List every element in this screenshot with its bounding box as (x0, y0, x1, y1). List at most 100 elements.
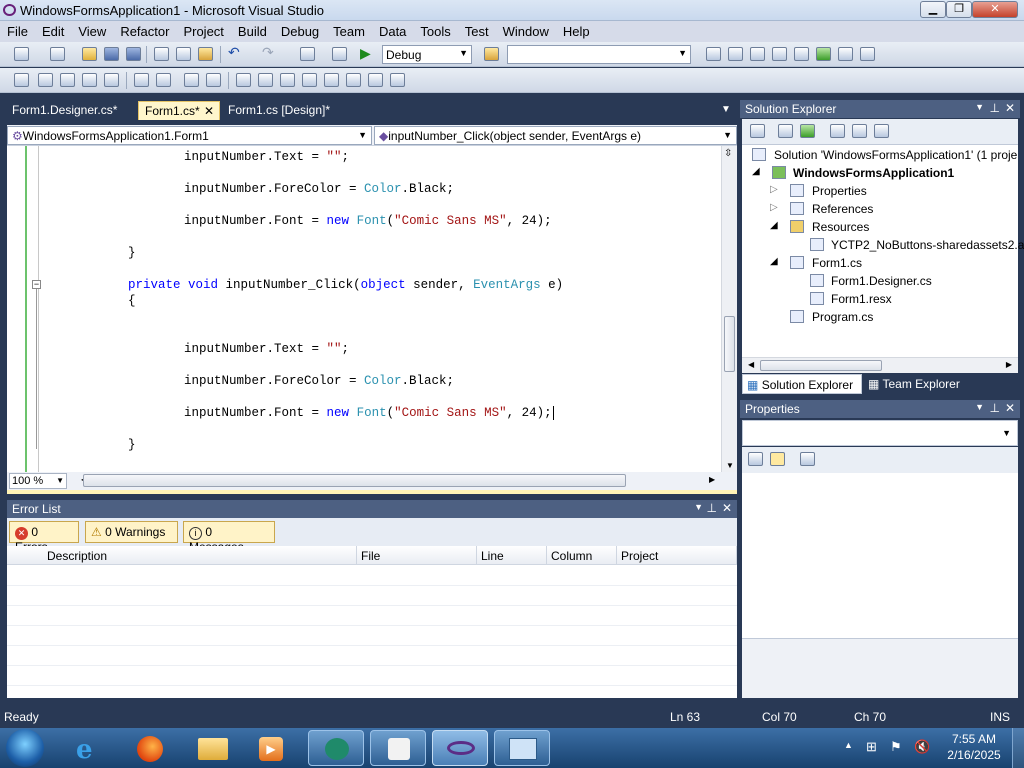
show-desktop-button[interactable] (1012, 728, 1024, 768)
refresh-icon[interactable] (800, 124, 815, 138)
close-panel-icon[interactable]: ✕ (1005, 101, 1015, 115)
scroll-down-icon[interactable]: ▼ (726, 461, 734, 470)
firefox-icon[interactable] (122, 730, 178, 766)
open-folder-icon[interactable] (82, 47, 97, 61)
add-item-icon[interactable] (50, 47, 65, 61)
categorized-icon[interactable] (748, 452, 763, 466)
collapse-region-icon[interactable]: − (32, 280, 41, 289)
warnings-filter-button[interactable]: ⚠ 0 Warnings (85, 521, 178, 543)
column-description[interactable]: Description (7, 546, 357, 565)
internet-explorer-icon[interactable]: e (62, 730, 118, 766)
properties-icon[interactable] (750, 124, 765, 138)
tree-item-program[interactable]: Program.cs (812, 310, 873, 324)
copy-icon[interactable] (176, 47, 191, 61)
next-bookmark-folder-icon[interactable] (302, 73, 317, 87)
tab-form1-designer[interactable]: Form1.Designer.cs* (6, 101, 123, 120)
menu-tools[interactable]: Tools (413, 21, 457, 39)
file-explorer-icon[interactable] (186, 730, 242, 766)
tree-item-resource-file[interactable]: YCTP2_NoButtons-sharedassets2.as (831, 238, 1024, 252)
solution-horizontal-scrollbar[interactable]: ◀ ▶ (742, 357, 1018, 373)
scroll-right-icon[interactable]: ▶ (709, 475, 715, 484)
solution-explorer-icon[interactable] (706, 47, 721, 61)
tab-solution-explorer[interactable]: ▦ Solution Explorer (742, 374, 862, 394)
view-designer-icon[interactable] (852, 124, 867, 138)
view-code-icon[interactable] (830, 124, 845, 138)
tree-item-solution[interactable]: Solution 'WindowsFormsApplication1' (1 p… (774, 148, 1017, 162)
tab-form1-design[interactable]: Form1.cs [Design]* (222, 101, 336, 120)
uncomment-lines-icon[interactable] (184, 73, 199, 87)
paste-icon[interactable] (198, 47, 213, 61)
undo-icon[interactable]: ↶ (228, 44, 243, 60)
save-icon[interactable] (104, 47, 119, 61)
zoom-select[interactable]: 100 % ▼ (9, 473, 67, 489)
clock[interactable]: 7:55 AM 2/16/2025 (944, 732, 1004, 762)
menu-test[interactable]: Test (458, 21, 496, 39)
decrease-indent-icon[interactable] (104, 73, 119, 87)
volume-muted-icon[interactable]: 🔇 (914, 739, 930, 755)
scroll-left-icon[interactable]: ◀ (748, 360, 754, 369)
visual-studio-taskbar-icon[interactable] (432, 730, 488, 766)
comment-lines-icon[interactable] (156, 73, 171, 87)
show-hidden-icons-icon[interactable]: ▲ (844, 740, 853, 750)
app-icon[interactable] (370, 730, 426, 766)
next-bookmark-document-icon[interactable] (346, 73, 361, 87)
menu-window[interactable]: Window (496, 21, 556, 39)
start-debugging-icon[interactable]: ▶ (360, 45, 375, 61)
horizontal-scroll-thumb[interactable] (83, 474, 626, 487)
object-select[interactable]: ▼ (742, 420, 1018, 446)
member-combo[interactable]: ◆inputNumber_Click(object sender, EventA… (374, 126, 737, 145)
find-combo[interactable]: ▼ (507, 45, 691, 64)
media-player-icon[interactable]: ▶ (244, 730, 300, 766)
complete-word-icon[interactable] (82, 73, 97, 87)
menu-project[interactable]: Project (176, 21, 230, 39)
tools-icon[interactable] (794, 47, 809, 61)
close-panel-icon[interactable]: ✕ (722, 501, 732, 515)
window-position-icon[interactable]: ▼ (694, 502, 703, 512)
menu-help[interactable]: Help (556, 21, 597, 39)
tab-form1-cs[interactable]: Form1.cs* ✕ (138, 101, 220, 120)
tree-item-form1-designer[interactable]: Form1.Designer.cs (831, 274, 932, 288)
cut-icon[interactable] (154, 47, 169, 61)
split-handle-icon[interactable]: ⇳ (724, 148, 732, 159)
errors-filter-button[interactable]: ✕ 0 Errors (9, 521, 79, 554)
column-line[interactable]: Line (477, 546, 547, 565)
start-page-icon[interactable] (838, 47, 853, 61)
properties-window-icon[interactable] (728, 47, 743, 61)
increase-indent-icon[interactable] (134, 73, 149, 87)
property-pages-icon[interactable] (800, 452, 815, 466)
pin-icon[interactable]: ⊥ (990, 101, 1000, 115)
close-tab-icon[interactable]: ✕ (204, 104, 214, 118)
tree-item-references[interactable]: References (812, 202, 873, 216)
alphabetical-icon[interactable] (770, 452, 785, 466)
collapsed-arrow-icon[interactable]: ▷ (770, 202, 778, 213)
find-in-files-icon[interactable] (484, 47, 499, 61)
clear-bookmarks-icon[interactable] (368, 73, 383, 87)
show-all-files-icon[interactable] (778, 124, 793, 138)
tree-item-project[interactable]: WindowsFormsApplication1 (793, 166, 954, 180)
vertical-scroll-thumb[interactable] (724, 316, 735, 372)
maximize-button[interactable]: ❐ (946, 1, 972, 18)
command-window-icon[interactable] (860, 47, 875, 61)
editor-vertical-scrollbar[interactable]: ⇳ ▼ (721, 146, 737, 472)
menu-edit[interactable]: Edit (35, 21, 71, 39)
expand-arrow-icon[interactable]: ◢ (770, 220, 778, 231)
next-bookmark-icon[interactable] (258, 73, 273, 87)
parameter-info-icon[interactable] (38, 73, 53, 87)
find-references-icon[interactable] (390, 73, 405, 87)
scroll-right-icon[interactable]: ▶ (1006, 360, 1012, 369)
menu-team[interactable]: Team (326, 21, 372, 39)
pin-icon[interactable]: ⊥ (990, 401, 1000, 415)
menu-view[interactable]: View (71, 21, 113, 39)
column-column[interactable]: Column (547, 546, 617, 565)
code-editor[interactable]: − inputNumber.Text = ""; inputNumber.For… (7, 146, 737, 472)
menu-file[interactable]: File (0, 21, 35, 39)
toggle-bookmark-icon[interactable] (206, 73, 221, 87)
network-icon[interactable]: ⊞ (866, 739, 877, 755)
navigate-forward-icon[interactable] (332, 47, 347, 61)
close-panel-icon[interactable]: ✕ (1005, 401, 1015, 415)
previous-bookmark-icon[interactable] (236, 73, 251, 87)
close-button[interactable]: ✕ (972, 1, 1018, 18)
horizontal-scroll-thumb[interactable] (760, 360, 882, 371)
minimize-button[interactable]: ▁ (920, 1, 946, 18)
expand-arrow-icon[interactable]: ◢ (770, 256, 778, 267)
